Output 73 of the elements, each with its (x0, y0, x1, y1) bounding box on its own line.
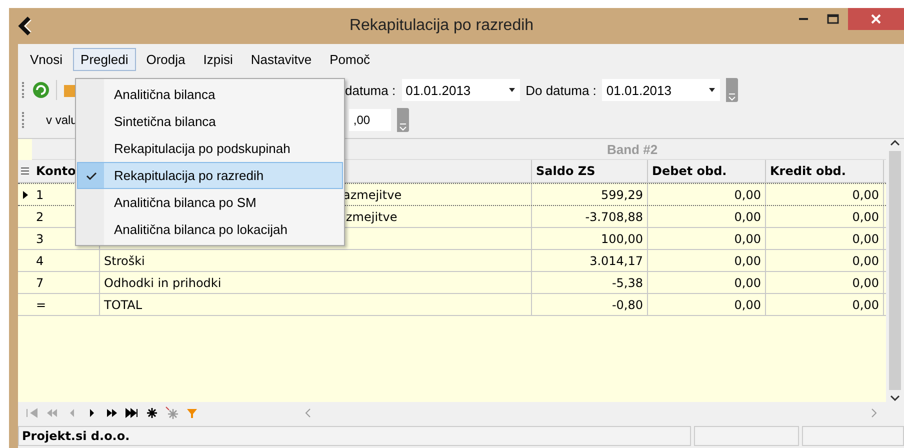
status-text: Projekt.si d.o.o. (18, 426, 691, 446)
table-cell: -5,38 (532, 272, 648, 293)
chevron-icon (399, 123, 408, 132)
dropdown-icon (508, 86, 516, 94)
vertical-scrollbar[interactable] (886, 139, 904, 402)
table-cell: 599,29 (532, 184, 648, 205)
column-chooser-icon (20, 166, 30, 176)
table-cell: 0,00 (766, 250, 884, 271)
minimize-icon (798, 18, 808, 20)
scroll-up-icon (890, 139, 900, 147)
scroll-down-icon (890, 394, 900, 402)
table-cell: Odhodki in prihodki (100, 272, 532, 293)
asterisk-icon (165, 406, 179, 420)
close-button[interactable] (848, 8, 904, 30)
table-cell: = (32, 294, 100, 315)
table-cell: 3.014,17 (532, 250, 648, 271)
table-cell: -0,80 (532, 294, 648, 315)
checkmark-icon (86, 170, 96, 180)
table-cell: -3.708,88 (532, 206, 648, 227)
table-cell: 0,00 (766, 184, 884, 205)
last-icon (125, 406, 139, 420)
table-cell: 0,00 (648, 228, 766, 249)
table-cell: 0,00 (766, 294, 884, 315)
previous-page-icon (45, 406, 59, 420)
table-cell: 0,00 (766, 228, 884, 249)
table-cell: 0,00 (648, 272, 766, 293)
scroll-right-icon (870, 408, 878, 418)
table-cell: 0,00 (766, 272, 884, 293)
table-cell: Stroški (100, 250, 532, 271)
toolbar-overflow-button[interactable] (397, 108, 410, 132)
from-date-label: datuma : (345, 82, 396, 98)
table-cell: 4 (32, 250, 100, 271)
table-cell: TOTAL (100, 294, 532, 315)
menu-item[interactable]: Rekapitulacija po razredih (77, 162, 343, 189)
filter-icon (185, 406, 199, 420)
toolbar-overflow-button[interactable] (726, 78, 738, 102)
menu-item[interactable]: Pomoč (322, 48, 378, 70)
table-cell: 7 (32, 272, 100, 293)
amount-field[interactable]: ,00 (349, 109, 392, 131)
menu-item[interactable]: Sintetična bilanca (77, 108, 343, 135)
maximize-icon (827, 14, 839, 24)
asterisk-icon (145, 406, 159, 420)
column-header[interactable]: Kredit obd. (766, 160, 884, 182)
navigator-button[interactable] (144, 405, 160, 421)
menu-item[interactable]: Rekapitulacija po podskupinah (77, 135, 343, 162)
menu-item[interactable]: Orodja (138, 48, 194, 70)
next-page-icon (105, 406, 119, 420)
menu-item[interactable]: Nastavitve (242, 48, 320, 70)
table-cell: 0,00 (648, 184, 766, 205)
band-header: Band #2 (607, 142, 658, 156)
menu-item[interactable]: Izpisi (195, 48, 241, 70)
column-header[interactable]: Saldo ZS (532, 160, 648, 182)
navigator-button[interactable] (124, 405, 140, 421)
table-cell: 0,00 (648, 250, 766, 271)
row-pointer-icon (21, 190, 29, 200)
first-icon (25, 406, 39, 420)
dropdown-icon (708, 86, 716, 94)
to-date-field[interactable]: 01.01.2013 (602, 79, 720, 101)
chevron-icon (728, 93, 736, 102)
to-date-label: Do datuma : (526, 82, 596, 98)
menu-item[interactable]: Vnosi (22, 48, 71, 70)
table-cell: 100,00 (532, 228, 648, 249)
column-header[interactable]: Debet obd. (648, 160, 766, 182)
table-cell: 0,00 (766, 206, 884, 227)
refresh-icon (32, 81, 50, 99)
scroll-left-icon (304, 408, 312, 418)
menu-item[interactable]: Pregledi (72, 48, 136, 70)
close-icon (870, 13, 882, 25)
menu-item[interactable]: Analitična bilanca (77, 81, 343, 108)
table-cell: 0,00 (648, 294, 766, 315)
window-title: Rekapitulacija po razredih (348, 17, 535, 35)
table-cell: 0,00 (648, 206, 766, 227)
from-date-field[interactable]: 01.01.2013 (402, 79, 520, 101)
